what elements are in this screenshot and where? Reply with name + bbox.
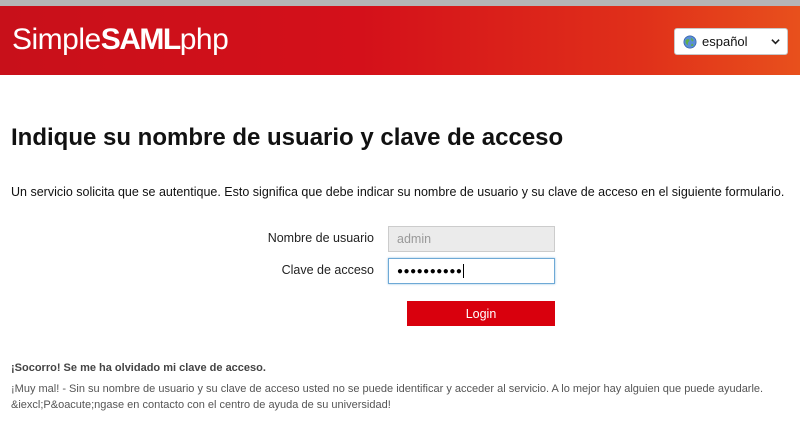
- chevron-down-icon: [771, 39, 780, 45]
- text-caret: [463, 264, 465, 278]
- password-label: Clave de acceso: [281, 263, 374, 277]
- password-mask: ●●●●●●●●●●: [397, 265, 463, 277]
- logo-suffix: php: [179, 23, 229, 56]
- logo-prefix: Simple: [12, 23, 101, 56]
- username-field[interactable]: admin: [388, 226, 555, 252]
- logo: SimpleSAMLphp: [12, 23, 229, 57]
- language-select-value: español: [702, 34, 748, 49]
- header-banner: SimpleSAMLphp español: [0, 6, 800, 75]
- page-title: Indique su nombre de usuario y clave de …: [11, 124, 564, 151]
- intro-text: Un servicio solicita que se autentique. …: [11, 185, 785, 199]
- username-label: Nombre de usuario: [267, 231, 374, 245]
- help-text: ¡Muy mal! - Sin su nombre de usuario y s…: [11, 381, 771, 413]
- username-value: admin: [397, 232, 432, 246]
- help-text-line-1: ¡Muy mal! - Sin su nombre de usuario y s…: [11, 383, 764, 395]
- help-title: ¡Socorro! Se me ha olvidado mi clave de …: [11, 362, 266, 374]
- globe-icon: [683, 35, 697, 48]
- login-button[interactable]: Login: [407, 301, 555, 326]
- help-text-line-2: &iexcl;P&oacute;ngase en contacto con el…: [11, 399, 391, 411]
- logo-bold: SAML: [100, 23, 182, 56]
- password-field[interactable]: ●●●●●●●●●●: [388, 258, 555, 284]
- language-select[interactable]: español: [674, 28, 788, 55]
